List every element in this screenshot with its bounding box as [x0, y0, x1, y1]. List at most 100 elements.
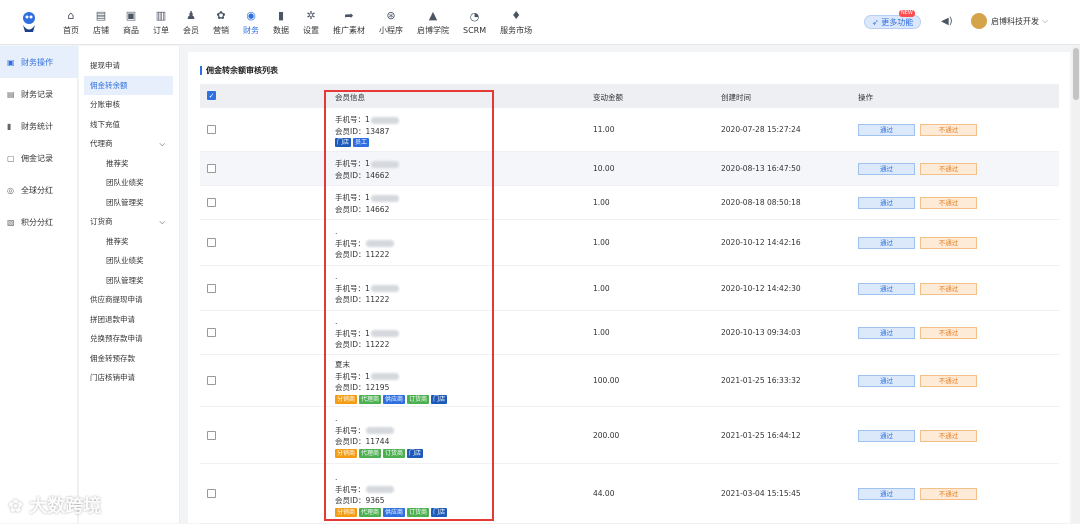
sidebar-item-label: 积分分红	[21, 217, 53, 227]
scrollbar[interactable]	[1072, 46, 1080, 523]
nav-item-member[interactable]: ♟ 会员	[176, 6, 206, 40]
scrollbar-thumb[interactable]	[1073, 48, 1079, 100]
record-icon: ▤	[7, 89, 15, 99]
reject-button[interactable]: 不通过	[920, 163, 977, 175]
subnav-item[interactable]: 团队管理奖	[79, 271, 179, 291]
row-checkbox[interactable]	[207, 431, 216, 440]
subnav-item-label: 拼团退款申请	[90, 314, 135, 324]
subnav-item[interactable]: 提现申请	[79, 56, 179, 76]
subnav-item[interactable]: 团队业绩奖	[79, 251, 179, 271]
points-icon: ▧	[7, 217, 15, 227]
approve-button[interactable]: 通过	[858, 327, 915, 339]
row-checkbox[interactable]	[207, 238, 216, 247]
approve-button[interactable]: 通过	[858, 488, 915, 500]
subnav-item[interactable]: 佣金转预存款	[79, 349, 179, 369]
sidebar-item-stats[interactable]: ▮ 财务统计	[0, 110, 77, 142]
nav-item-store[interactable]: ▤ 店铺	[86, 6, 116, 40]
nav-item-scrm[interactable]: ◔ SCRM	[456, 6, 493, 40]
subnav-item[interactable]: 门店核销申请	[79, 368, 179, 388]
member-info: 手机号：1 会员ID：14662	[335, 192, 399, 215]
subnav-item-label: 佣金转预存款	[90, 353, 135, 363]
member-info-line: 手机号：1	[335, 283, 399, 295]
subnav-item[interactable]: 分账审核	[79, 95, 179, 115]
user-menu[interactable]: 启博科技开发 ⌵	[971, 13, 1048, 29]
subnav-item[interactable]: 佣金转余额	[84, 75, 173, 95]
speaker-icon[interactable]: ◀)	[941, 16, 953, 27]
reject-button[interactable]: 不通过	[920, 197, 977, 209]
nav-item-market[interactable]: ♦ 服务市场	[493, 6, 539, 40]
subnav-item[interactable]: 推荐奖	[79, 232, 179, 252]
approve-button[interactable]: 通过	[858, 197, 915, 209]
member-tag: 供应商	[383, 394, 406, 404]
subnav-item[interactable]: 推荐奖	[79, 154, 179, 174]
member-tag: 供应商	[383, 507, 406, 517]
subnav-item[interactable]: 兑换预存款申请	[79, 329, 179, 349]
subnav-item-label: 线下充值	[90, 119, 120, 129]
approve-button[interactable]: 通过	[858, 375, 915, 387]
subnav-item[interactable]: 团队业绩奖	[79, 173, 179, 193]
watermark-logo-icon: ✿	[8, 496, 30, 517]
row-checkbox[interactable]	[207, 198, 216, 207]
nav-item-academy[interactable]: ▲ 启博学院	[410, 6, 456, 40]
nav-item-goods[interactable]: ▣ 商品	[116, 6, 146, 40]
nav-item-finance[interactable]: ◉ 财务	[236, 6, 266, 40]
approve-button[interactable]: 通过	[858, 283, 915, 295]
brand-logo[interactable]	[15, 8, 43, 36]
more-features-button[interactable]: ➶ 更多功能	[864, 15, 922, 29]
subnav-item[interactable]: 团队管理奖	[79, 193, 179, 213]
subnav-item-label: 代理商	[90, 139, 113, 149]
reject-button[interactable]: 不通过	[920, 327, 977, 339]
reject-button[interactable]: 不通过	[920, 488, 977, 500]
nav-item-label: 推广素材	[333, 26, 365, 35]
subnav-item-label: 佣金转余额	[90, 80, 128, 90]
nav-item-marketing[interactable]: ✿ 营销	[206, 6, 236, 40]
approve-button[interactable]: 通过	[858, 430, 915, 442]
approve-button[interactable]: 通过	[858, 163, 915, 175]
sidebar-item-commission[interactable]: ▢ 佣金记录	[0, 142, 77, 174]
sidebar-item-record[interactable]: ▤ 财务记录	[0, 78, 77, 110]
nav-item-order[interactable]: ▥ 订单	[146, 6, 176, 40]
reject-button[interactable]: 不通过	[920, 430, 977, 442]
subnav-item[interactable]: 线下充值	[79, 115, 179, 135]
reject-button[interactable]: 不通过	[920, 124, 977, 136]
nav-item-miniprogram[interactable]: ⊛ 小程序	[372, 6, 410, 40]
row-checkbox[interactable]	[207, 284, 216, 293]
select-all-checkbox[interactable]: ✓	[207, 91, 216, 100]
subnav-item[interactable]: 供应商提现申请	[79, 290, 179, 310]
nav-item-share[interactable]: ➦ 推广素材	[326, 6, 372, 40]
nav-item-label: 会员	[183, 26, 199, 35]
approve-button[interactable]: 通过	[858, 124, 915, 136]
subnav-item[interactable]: 代理商 ⌵	[79, 134, 179, 154]
nav-item-data[interactable]: ▮ 数据	[266, 6, 296, 40]
sidebar-item-points[interactable]: ▧ 积分分红	[0, 206, 77, 238]
row-checkbox[interactable]	[207, 489, 216, 498]
member-tags: 分销商 代理商 供应商 订货商 门店	[335, 394, 448, 404]
reject-button[interactable]: 不通过	[920, 237, 977, 249]
row-checkbox[interactable]	[207, 376, 216, 385]
row-checkbox[interactable]	[207, 125, 216, 134]
reject-button[interactable]: 不通过	[920, 375, 977, 387]
member-info-line: 会员ID：11222	[335, 339, 399, 351]
member-info-text: 夏末	[335, 360, 350, 369]
redacted-phone	[366, 240, 394, 247]
redacted-phone	[370, 285, 399, 292]
row-checkbox[interactable]	[207, 164, 216, 173]
member-tag: 门店	[431, 507, 448, 517]
created-time-cell: 2021-01-25 16:33:32	[721, 376, 801, 385]
table-row: . 手机号： 会员ID：9365 分销商 代理商 供应商 订货商 门店 44.00 2021-03…	[200, 464, 1059, 524]
row-checkbox[interactable]	[207, 328, 216, 337]
redacted-phone	[370, 330, 399, 337]
nav-item-settings[interactable]: ✲ 设置	[296, 6, 326, 40]
sidebar-item-global[interactable]: ◎ 全球分红	[0, 174, 77, 206]
nav-item-home[interactable]: ⌂ 首页	[56, 6, 86, 40]
subnav-item[interactable]: 订货商 ⌵	[79, 212, 179, 232]
nav-item-label: 服务市场	[500, 26, 533, 35]
reject-button[interactable]: 不通过	[920, 283, 977, 295]
subnav-item[interactable]: 拼团退款申请	[79, 310, 179, 330]
sidebar-item-operate[interactable]: ▣ 财务操作	[0, 46, 77, 78]
member-info-line: 会员ID：12195	[335, 382, 447, 394]
main-content: 佣金转余额审核列表 ✓ 会员信息 变动金额 创建时间 操作 手机号：1 会员ID：…	[188, 52, 1070, 524]
member-info-line: 会员ID：13487	[335, 126, 399, 138]
approve-button[interactable]: 通过	[858, 237, 915, 249]
redacted-phone	[370, 116, 399, 124]
